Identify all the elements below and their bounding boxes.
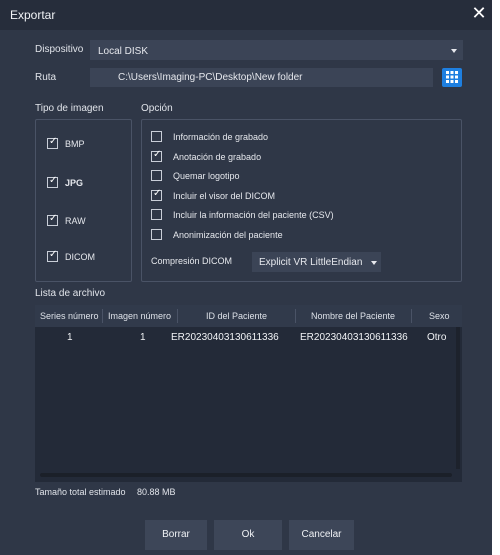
option-label-info-grabado: Información de grabado bbox=[173, 132, 269, 142]
device-value: Local DISK bbox=[98, 46, 149, 57]
table-header: Series número Imagen número ID del Pacie… bbox=[35, 305, 462, 327]
check-icon: ✓ bbox=[153, 149, 162, 160]
option-label-visor-dicom: Incluir el visor del DICOM bbox=[173, 191, 276, 201]
scroll-thumb[interactable] bbox=[40, 473, 452, 477]
compression-select[interactable]: Explicit VR LittleEndian bbox=[252, 252, 381, 272]
chevron-down-icon bbox=[451, 49, 457, 53]
column-header-id[interactable]: ID del Paciente bbox=[206, 311, 267, 321]
clear-button[interactable]: Borrar bbox=[145, 520, 207, 550]
checkbox-label-dicom: DICOM bbox=[65, 252, 95, 262]
checkbox-anonimizacion[interactable] bbox=[151, 229, 162, 240]
compression-value: Explicit VR LittleEndian bbox=[259, 257, 363, 268]
check-icon: ✓ bbox=[153, 188, 162, 199]
total-size-value: 80.88 MB bbox=[137, 487, 176, 497]
option-label-anonimizacion: Anonimización del paciente bbox=[173, 230, 283, 240]
column-header-sexo[interactable]: Sexo bbox=[429, 311, 450, 321]
checkbox-info-paciente-csv[interactable] bbox=[151, 209, 162, 220]
checkbox-jpg[interactable]: ✓ bbox=[47, 175, 58, 188]
checkbox-quemar-logotipo[interactable] bbox=[151, 170, 162, 181]
checkbox-raw[interactable]: ✓ bbox=[47, 213, 58, 226]
checkbox-anotacion-grabado[interactable]: ✓ bbox=[151, 149, 162, 162]
device-label: Dispositivo bbox=[35, 44, 84, 55]
export-dialog: Exportar ✕ Dispositivo Local DISK Ruta C… bbox=[0, 0, 492, 555]
checkbox-label-bmp: BMP bbox=[65, 139, 85, 149]
checkbox-bmp[interactable]: ✓ bbox=[47, 136, 58, 149]
compression-label: Compresión DICOM bbox=[151, 256, 233, 266]
route-value: C:\Users\Imaging-PC\Desktop\New folder bbox=[118, 72, 303, 83]
chevron-down-icon bbox=[371, 261, 377, 265]
file-table: Series número Imagen número ID del Pacie… bbox=[35, 305, 462, 482]
check-icon: ✓ bbox=[49, 249, 58, 260]
cell-nombre: ER20230403130611336 bbox=[300, 332, 408, 343]
ok-button[interactable]: Ok bbox=[214, 520, 282, 550]
file-list-title: Lista de archivo bbox=[35, 288, 106, 299]
option-label-anotacion-grabado: Anotación de grabado bbox=[173, 152, 262, 162]
title-bar: Exportar ✕ bbox=[0, 0, 492, 30]
close-icon[interactable]: ✕ bbox=[470, 4, 488, 22]
column-divider bbox=[295, 309, 296, 323]
column-divider bbox=[177, 309, 178, 323]
check-icon: ✓ bbox=[49, 213, 58, 224]
total-size-label: Tamaño total estimado bbox=[35, 487, 126, 497]
grid-icon bbox=[446, 71, 458, 83]
image-type-title: Tipo de imagen bbox=[35, 103, 104, 114]
column-header-series[interactable]: Series número bbox=[40, 311, 99, 321]
column-divider bbox=[411, 309, 412, 323]
cell-series: 1 bbox=[67, 332, 73, 343]
vertical-scrollbar[interactable] bbox=[456, 327, 460, 469]
cell-id: ER20230403130611336 bbox=[171, 332, 279, 343]
checkbox-label-jpg: JPG bbox=[65, 178, 84, 188]
column-header-nombre[interactable]: Nombre del Paciente bbox=[311, 311, 395, 321]
route-input[interactable]: C:\Users\Imaging-PC\Desktop\New folder bbox=[90, 68, 433, 87]
cell-sexo: Otro bbox=[427, 332, 447, 343]
table-row[interactable]: 1 1 ER20230403130611336 ER20230403130611… bbox=[35, 327, 462, 349]
checkbox-label-raw: RAW bbox=[65, 216, 86, 226]
checkbox-visor-dicom[interactable]: ✓ bbox=[151, 188, 162, 201]
browse-button[interactable] bbox=[442, 68, 462, 87]
cancel-button[interactable]: Cancelar bbox=[289, 520, 354, 550]
checkbox-dicom[interactable]: ✓ bbox=[47, 249, 58, 262]
route-label: Ruta bbox=[35, 72, 57, 83]
dialog-title: Exportar bbox=[10, 8, 56, 22]
column-header-imagen[interactable]: Imagen número bbox=[108, 311, 171, 321]
check-icon: ✓ bbox=[49, 136, 58, 147]
check-icon: ✓ bbox=[49, 175, 58, 186]
checkbox-info-grabado[interactable] bbox=[151, 131, 162, 142]
cell-imagen: 1 bbox=[140, 332, 146, 343]
option-label-quemar-logotipo: Quemar logotipo bbox=[173, 171, 240, 181]
column-divider bbox=[102, 309, 103, 323]
options-title: Opción bbox=[141, 103, 173, 114]
horizontal-scrollbar[interactable] bbox=[35, 471, 462, 479]
option-label-info-paciente-csv: Incluir la información del paciente (CSV… bbox=[173, 210, 334, 220]
device-select[interactable]: Local DISK bbox=[90, 40, 463, 60]
